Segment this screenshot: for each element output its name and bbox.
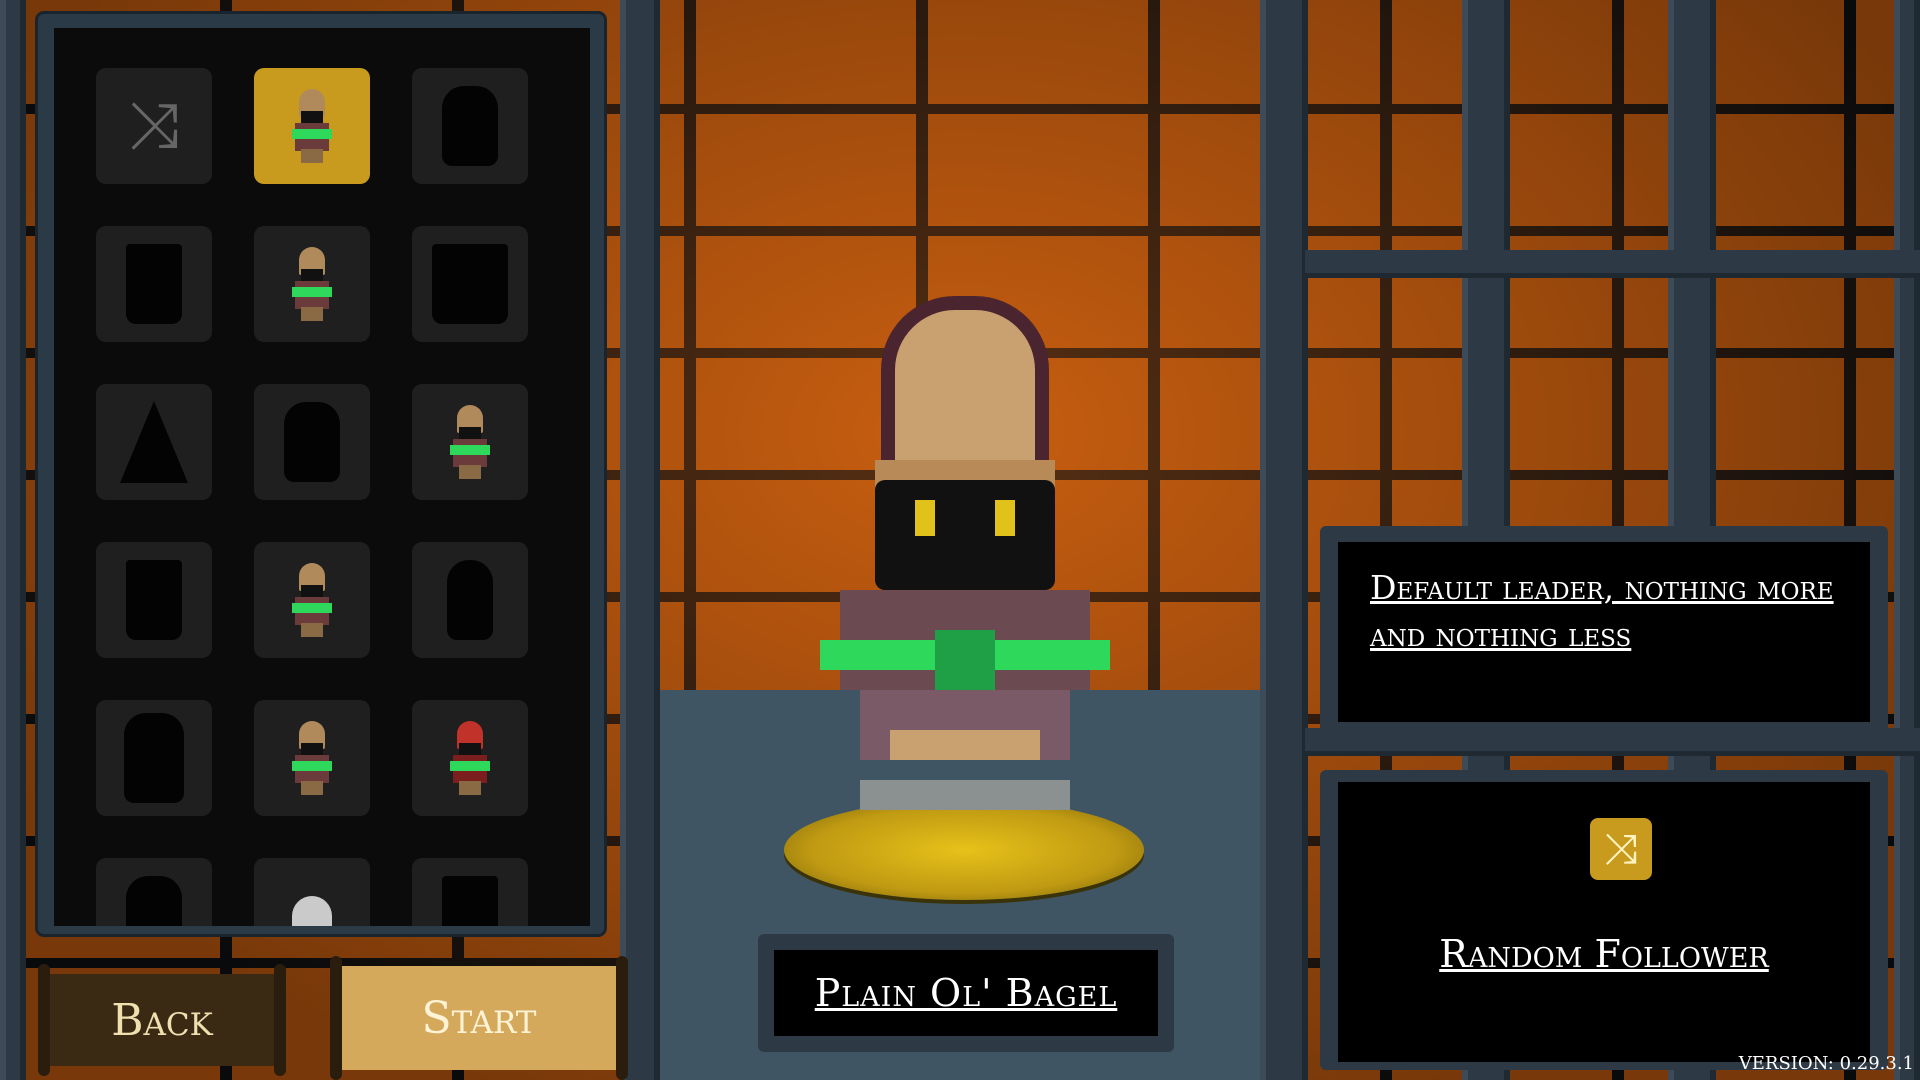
locked-silhouette — [124, 713, 184, 803]
character-sprite — [447, 405, 493, 479]
character-slot[interactable] — [412, 384, 528, 500]
selected-character-sprite — [800, 310, 1130, 830]
shuffle-icon: ⤨ — [128, 89, 180, 163]
character-sprite — [289, 89, 335, 163]
follower-panel: ⤨ Random Follower — [1320, 770, 1888, 1070]
character-slot[interactable] — [254, 858, 370, 926]
back-button-label: Back — [111, 994, 213, 1046]
character-slot[interactable] — [254, 542, 370, 658]
random-character-slot[interactable]: ⤨ — [96, 68, 212, 184]
shuffle-icon[interactable]: ⤨ — [1590, 818, 1652, 880]
character-description: Default leader, nothing more and nothing… — [1370, 568, 1834, 654]
locked-silhouette — [442, 876, 498, 926]
locked-silhouette — [447, 560, 493, 640]
cell-bar — [1894, 0, 1920, 1080]
locked-silhouette — [126, 876, 182, 926]
character-slot-locked[interactable] — [412, 226, 528, 342]
character-grid: ⤨ — [54, 28, 590, 926]
character-slot-locked[interactable] — [412, 542, 528, 658]
follower-label[interactable]: Random Follower — [1338, 932, 1870, 976]
locked-silhouette — [442, 86, 498, 166]
locked-silhouette — [284, 402, 340, 482]
character-sprite — [289, 563, 335, 637]
locked-silhouette — [126, 560, 182, 640]
character-slot-locked[interactable] — [96, 700, 212, 816]
start-button[interactable]: Start — [330, 956, 628, 1080]
character-slot-selected[interactable] — [254, 68, 370, 184]
back-button[interactable]: Back — [38, 964, 286, 1076]
start-button-label: Start — [421, 992, 537, 1044]
character-slot[interactable] — [254, 226, 370, 342]
character-slot-locked[interactable] — [96, 858, 212, 926]
cell-crossbar — [1305, 250, 1920, 278]
character-slot-locked[interactable] — [254, 384, 370, 500]
character-slot-locked[interactable] — [412, 68, 528, 184]
character-slot-locked[interactable] — [96, 226, 212, 342]
character-sprite — [289, 721, 335, 795]
character-slot[interactable] — [412, 700, 528, 816]
locked-silhouette — [126, 244, 182, 324]
locked-silhouette — [120, 401, 188, 483]
cell-bar — [1260, 0, 1308, 1080]
character-sprite — [447, 721, 493, 795]
character-name-panel: Plain Ol' Bagel — [758, 934, 1174, 1052]
locked-silhouette — [432, 244, 508, 324]
character-slot[interactable] — [254, 700, 370, 816]
cell-bar — [0, 0, 26, 1080]
character-sprite — [289, 247, 335, 321]
character-slot-locked[interactable] — [412, 858, 528, 926]
character-slot-locked[interactable] — [96, 542, 212, 658]
version-label: VERSION: 0.29.3.1 — [1738, 1053, 1914, 1074]
character-sprite — [292, 896, 332, 926]
character-name: Plain Ol' Bagel — [814, 971, 1118, 1015]
character-description-panel: Default leader, nothing more and nothing… — [1320, 526, 1888, 736]
character-slot-locked[interactable] — [96, 384, 212, 500]
cell-bar — [620, 0, 660, 1080]
